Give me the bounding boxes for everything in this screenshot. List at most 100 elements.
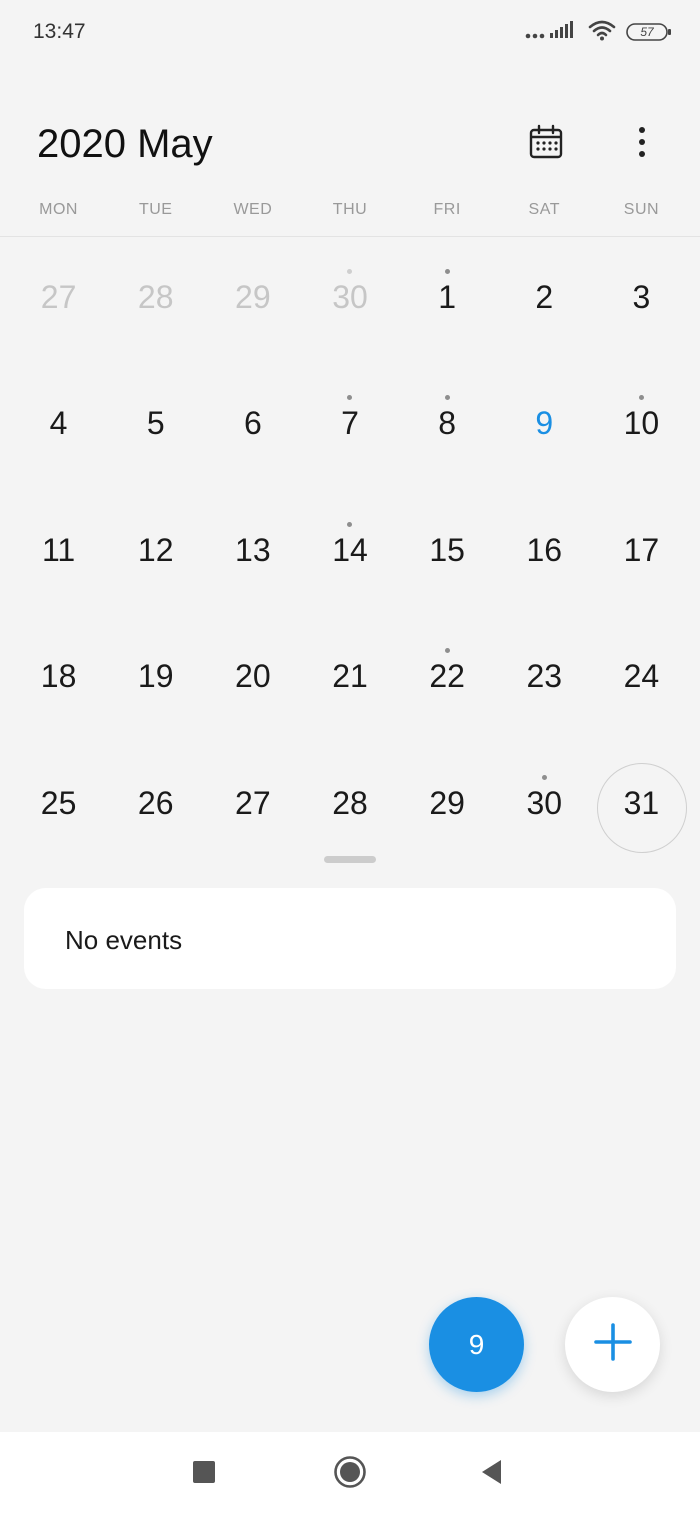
day-cell[interactable]: 14: [301, 490, 398, 616]
month-day-grid: 27 28 29 30 1 2 3 4 5 6 7 8 9 10 11 12 13 14 15 16 17 18 19 20 2…: [10, 237, 690, 869]
day-number: 18: [40, 658, 77, 695]
home-button[interactable]: [326, 1450, 374, 1498]
day-number: 9: [535, 405, 554, 442]
day-cell[interactable]: 25: [10, 743, 107, 869]
day-number: 12: [137, 531, 174, 568]
day-cell[interactable]: 7: [301, 363, 398, 489]
day-number: 7: [341, 405, 359, 442]
weekday-label: SAT: [528, 201, 560, 218]
more-options-button[interactable]: [618, 120, 666, 168]
status-time: 13:47: [33, 20, 86, 43]
day-number: 22: [429, 658, 465, 695]
day-number: 3: [632, 279, 651, 315]
day-cell[interactable]: 26: [107, 743, 204, 869]
event-dot-indicator: [347, 395, 353, 401]
day-cell[interactable]: 23: [496, 616, 593, 742]
day-number: 30: [526, 784, 563, 821]
day-cell[interactable]: 3: [593, 237, 690, 363]
month-title[interactable]: 2020 May: [37, 122, 213, 167]
event-dot-indicator: [444, 648, 450, 654]
day-number: 21: [332, 658, 368, 695]
day-cell[interactable]: 18: [10, 616, 107, 742]
day-number: 24: [623, 658, 660, 695]
no-events-text: No events: [65, 925, 183, 955]
day-cell[interactable]: 13: [204, 490, 301, 616]
day-cell[interactable]: 12: [107, 490, 204, 616]
day-cell[interactable]: 2: [496, 237, 593, 363]
event-dot-indicator: [444, 269, 450, 274]
signal-icon: [524, 19, 578, 46]
day-number: 27: [40, 279, 77, 315]
add-event-button[interactable]: [565, 1297, 660, 1392]
day-cell[interactable]: 5: [107, 363, 204, 489]
day-number: 1: [438, 279, 457, 315]
day-number: 31: [623, 784, 660, 821]
event-dot-indicator: [444, 395, 450, 401]
day-number: 30: [332, 279, 368, 315]
day-cell[interactable]: 27: [204, 743, 301, 869]
day-number: 13: [235, 531, 271, 568]
day-cell[interactable]: 30: [301, 237, 398, 363]
day-cell[interactable]: 15: [399, 490, 496, 616]
event-dot-indicator: [347, 269, 353, 274]
day-cell[interactable]: 30: [496, 743, 593, 869]
weekday-label: TUE: [138, 201, 173, 218]
event-dot-indicator: [347, 521, 353, 527]
day-number: 14: [332, 531, 368, 568]
day-cell[interactable]: 19: [107, 616, 204, 742]
recents-button[interactable]: [180, 1450, 228, 1498]
day-number: 16: [526, 531, 563, 568]
weekday-label: THU: [332, 201, 368, 218]
day-cell[interactable]: 16: [496, 490, 593, 616]
day-cell[interactable]: 31: [593, 743, 690, 869]
day-cell[interactable]: 17: [593, 490, 690, 616]
weekday-label: FRI: [433, 201, 461, 218]
day-cell[interactable]: 20: [204, 616, 301, 742]
day-number: 29: [429, 784, 465, 821]
battery-level: 57: [640, 25, 654, 39]
day-number: 6: [243, 405, 262, 442]
weekday-label: SUN: [623, 201, 660, 218]
calendar-icon: [528, 124, 564, 165]
day-number: 29: [235, 279, 271, 315]
day-number: 15: [429, 531, 465, 568]
day-number: 19: [137, 658, 174, 695]
day-number: 25: [40, 784, 77, 821]
day-number: 27: [235, 784, 271, 821]
event-dot-indicator: [638, 395, 644, 401]
day-cell[interactable]: 29: [399, 743, 496, 869]
today-date-label: 9: [468, 1328, 485, 1360]
system-nav-bar: [0, 1432, 700, 1517]
back-button[interactable]: [468, 1450, 516, 1498]
day-cell[interactable]: 6: [204, 363, 301, 489]
calendar-header: 2020 May: [0, 110, 700, 180]
day-cell[interactable]: 8: [399, 363, 496, 489]
day-number: 28: [332, 784, 368, 821]
day-number: 28: [137, 279, 174, 315]
day-number: 10: [623, 405, 660, 442]
day-cell[interactable]: 11: [10, 490, 107, 616]
day-cell[interactable]: 24: [593, 616, 690, 742]
plus-icon: [593, 1322, 633, 1367]
calendar-view-button[interactable]: [522, 120, 570, 168]
day-cell[interactable]: 22: [399, 616, 496, 742]
day-number: 17: [623, 531, 660, 568]
back-triangle-icon: [481, 1459, 503, 1489]
weekday-header-row: MON TUE WED THU FRI SAT SUN: [10, 196, 690, 224]
day-cell[interactable]: 9: [496, 363, 593, 489]
day-cell[interactable]: 21: [301, 616, 398, 742]
day-number: 2: [535, 279, 554, 315]
events-panel: No events: [24, 888, 676, 989]
day-cell[interactable]: 28: [301, 743, 398, 869]
day-number: 11: [41, 531, 76, 568]
day-cell[interactable]: 4: [10, 363, 107, 489]
day-cell[interactable]: 28: [107, 237, 204, 363]
go-to-today-button[interactable]: 9: [429, 1297, 524, 1392]
wifi-icon: [588, 19, 616, 46]
status-bar: 13:47 57: [0, 0, 700, 64]
day-cell[interactable]: 10: [593, 363, 690, 489]
day-cell[interactable]: 29: [204, 237, 301, 363]
drag-handle[interactable]: [324, 856, 376, 863]
day-cell[interactable]: 1: [399, 237, 496, 363]
day-cell[interactable]: 27: [10, 237, 107, 363]
